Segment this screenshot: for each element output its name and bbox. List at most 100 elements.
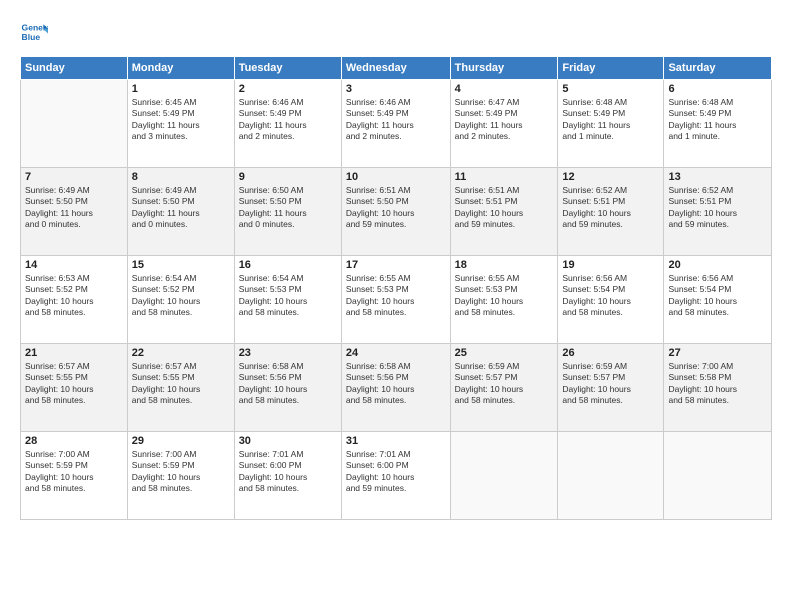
day-number: 28: [25, 435, 123, 447]
col-header-tuesday: Tuesday: [234, 57, 341, 80]
col-header-sunday: Sunday: [21, 57, 128, 80]
logo: General Blue: [20, 18, 48, 46]
day-info: Sunrise: 6:58 AM Sunset: 5:56 PM Dayligh…: [346, 361, 446, 407]
day-info: Sunrise: 6:48 AM Sunset: 5:49 PM Dayligh…: [562, 97, 659, 143]
calendar-cell: 18 Sunrise: 6:55 AM Sunset: 5:53 PM Dayli…: [450, 256, 558, 344]
calendar-cell: 24 Sunrise: 6:58 AM Sunset: 5:56 PM Dayli…: [341, 344, 450, 432]
calendar-cell: 3 Sunrise: 6:46 AM Sunset: 5:49 PM Daylig…: [341, 80, 450, 168]
day-number: 3: [346, 83, 446, 95]
day-info: Sunrise: 6:57 AM Sunset: 5:55 PM Dayligh…: [25, 361, 123, 407]
day-number: 16: [239, 259, 337, 271]
calendar-cell: 27Sunrise: 7:00 AM Sunset: 5:58 PM Dayli…: [664, 344, 772, 432]
day-info: Sunrise: 6:49 AM Sunset: 5:50 PM Dayligh…: [25, 185, 123, 231]
calendar-cell: 11 Sunrise: 6:51 AM Sunset: 5:51 PM Dayli…: [450, 168, 558, 256]
day-info: Sunrise: 7:01 AM Sunset: 6:00 PM Dayligh…: [346, 449, 446, 495]
day-info: Sunrise: 6:53 AM Sunset: 5:52 PM Dayligh…: [25, 273, 123, 319]
calendar-cell: 15 Sunrise: 6:54 AM Sunset: 5:52 PM Dayli…: [127, 256, 234, 344]
day-info: Sunrise: 6:49 AM Sunset: 5:50 PM Dayligh…: [132, 185, 230, 231]
calendar-week-row: 1 Sunrise: 6:45 AM Sunset: 5:49 PM Daylig…: [21, 80, 772, 168]
day-number: 29: [132, 435, 230, 447]
day-info: Sunrise: 6:47 AM Sunset: 5:49 PM Dayligh…: [455, 97, 554, 143]
calendar-cell: [21, 80, 128, 168]
calendar-cell: 2Sunrise: 6:46 AM Sunset: 5:49 PM Daylig…: [234, 80, 341, 168]
calendar-cell: [558, 432, 664, 520]
calendar-cell: 25 Sunrise: 6:59 AM Sunset: 5:57 PM Dayli…: [450, 344, 558, 432]
day-number: 24: [346, 347, 446, 359]
day-info: Sunrise: 6:55 AM Sunset: 5:53 PM Dayligh…: [455, 273, 554, 319]
day-number: 11: [455, 171, 554, 183]
day-info: Sunrise: 6:59 AM Sunset: 5:57 PM Dayligh…: [562, 361, 659, 407]
calendar-cell: 20Sunrise: 6:56 AM Sunset: 5:54 PM Dayli…: [664, 256, 772, 344]
day-number: 15: [132, 259, 230, 271]
col-header-monday: Monday: [127, 57, 234, 80]
day-info: Sunrise: 6:59 AM Sunset: 5:57 PM Dayligh…: [455, 361, 554, 407]
calendar-cell: 4 Sunrise: 6:47 AM Sunset: 5:49 PM Daylig…: [450, 80, 558, 168]
calendar-cell: [664, 432, 772, 520]
col-header-wednesday: Wednesday: [341, 57, 450, 80]
day-info: Sunrise: 6:57 AM Sunset: 5:55 PM Dayligh…: [132, 361, 230, 407]
calendar-header-row: SundayMondayTuesdayWednesdayThursdayFrid…: [21, 57, 772, 80]
day-info: Sunrise: 6:58 AM Sunset: 5:56 PM Dayligh…: [239, 361, 337, 407]
calendar-cell: 30 Sunrise: 7:01 AM Sunset: 6:00 PM Dayli…: [234, 432, 341, 520]
calendar-cell: 6Sunrise: 6:48 AM Sunset: 5:49 PM Daylig…: [664, 80, 772, 168]
calendar-cell: 21 Sunrise: 6:57 AM Sunset: 5:55 PM Dayli…: [21, 344, 128, 432]
day-info: Sunrise: 6:54 AM Sunset: 5:53 PM Dayligh…: [239, 273, 337, 319]
day-info: Sunrise: 6:51 AM Sunset: 5:51 PM Dayligh…: [455, 185, 554, 231]
logo-icon: General Blue: [20, 18, 48, 46]
calendar-cell: 8Sunrise: 6:49 AM Sunset: 5:50 PM Daylig…: [127, 168, 234, 256]
day-info: Sunrise: 7:00 AM Sunset: 5:59 PM Dayligh…: [25, 449, 123, 495]
day-number: 14: [25, 259, 123, 271]
day-number: 2: [239, 83, 337, 95]
calendar-week-row: 28 Sunrise: 7:00 AM Sunset: 5:59 PM Dayli…: [21, 432, 772, 520]
day-info: Sunrise: 6:56 AM Sunset: 5:54 PM Dayligh…: [668, 273, 767, 319]
day-info: Sunrise: 6:51 AM Sunset: 5:50 PM Dayligh…: [346, 185, 446, 231]
col-header-saturday: Saturday: [664, 57, 772, 80]
day-number: 10: [346, 171, 446, 183]
calendar-cell: 13 Sunrise: 6:52 AM Sunset: 5:51 PM Dayli…: [664, 168, 772, 256]
day-info: Sunrise: 6:54 AM Sunset: 5:52 PM Dayligh…: [132, 273, 230, 319]
calendar-cell: 31 Sunrise: 7:01 AM Sunset: 6:00 PM Dayli…: [341, 432, 450, 520]
calendar-cell: [450, 432, 558, 520]
calendar-cell: 7 Sunrise: 6:49 AM Sunset: 5:50 PM Daylig…: [21, 168, 128, 256]
day-info: Sunrise: 6:46 AM Sunset: 5:49 PM Dayligh…: [346, 97, 446, 143]
day-number: 7: [25, 171, 123, 183]
calendar-cell: 29Sunrise: 7:00 AM Sunset: 5:59 PM Dayli…: [127, 432, 234, 520]
svg-text:Blue: Blue: [22, 32, 41, 42]
day-number: 25: [455, 347, 554, 359]
calendar-table: SundayMondayTuesdayWednesdayThursdayFrid…: [20, 56, 772, 520]
col-header-friday: Friday: [558, 57, 664, 80]
day-info: Sunrise: 7:01 AM Sunset: 6:00 PM Dayligh…: [239, 449, 337, 495]
day-number: 31: [346, 435, 446, 447]
calendar-week-row: 7 Sunrise: 6:49 AM Sunset: 5:50 PM Daylig…: [21, 168, 772, 256]
day-info: Sunrise: 6:45 AM Sunset: 5:49 PM Dayligh…: [132, 97, 230, 143]
day-number: 22: [132, 347, 230, 359]
page-header: General Blue: [20, 18, 772, 46]
calendar-week-row: 14 Sunrise: 6:53 AM Sunset: 5:52 PM Dayli…: [21, 256, 772, 344]
calendar-cell: 1 Sunrise: 6:45 AM Sunset: 5:49 PM Daylig…: [127, 80, 234, 168]
calendar-cell: 5Sunrise: 6:48 AM Sunset: 5:49 PM Daylig…: [558, 80, 664, 168]
calendar-week-row: 21 Sunrise: 6:57 AM Sunset: 5:55 PM Dayli…: [21, 344, 772, 432]
col-header-thursday: Thursday: [450, 57, 558, 80]
day-number: 19: [562, 259, 659, 271]
calendar-cell: 28 Sunrise: 7:00 AM Sunset: 5:59 PM Dayli…: [21, 432, 128, 520]
day-info: Sunrise: 6:50 AM Sunset: 5:50 PM Dayligh…: [239, 185, 337, 231]
day-info: Sunrise: 6:52 AM Sunset: 5:51 PM Dayligh…: [562, 185, 659, 231]
day-number: 18: [455, 259, 554, 271]
day-number: 1: [132, 83, 230, 95]
day-info: Sunrise: 6:52 AM Sunset: 5:51 PM Dayligh…: [668, 185, 767, 231]
day-number: 21: [25, 347, 123, 359]
day-number: 13: [668, 171, 767, 183]
calendar-cell: 12Sunrise: 6:52 AM Sunset: 5:51 PM Dayli…: [558, 168, 664, 256]
day-number: 23: [239, 347, 337, 359]
day-info: Sunrise: 7:00 AM Sunset: 5:58 PM Dayligh…: [668, 361, 767, 407]
calendar-cell: 22 Sunrise: 6:57 AM Sunset: 5:55 PM Dayli…: [127, 344, 234, 432]
day-info: Sunrise: 6:48 AM Sunset: 5:49 PM Dayligh…: [668, 97, 767, 143]
day-number: 30: [239, 435, 337, 447]
day-number: 4: [455, 83, 554, 95]
calendar-cell: 16 Sunrise: 6:54 AM Sunset: 5:53 PM Dayli…: [234, 256, 341, 344]
calendar-cell: 9 Sunrise: 6:50 AM Sunset: 5:50 PM Daylig…: [234, 168, 341, 256]
day-info: Sunrise: 6:55 AM Sunset: 5:53 PM Dayligh…: [346, 273, 446, 319]
day-number: 17: [346, 259, 446, 271]
day-number: 9: [239, 171, 337, 183]
calendar-cell: 14 Sunrise: 6:53 AM Sunset: 5:52 PM Dayli…: [21, 256, 128, 344]
